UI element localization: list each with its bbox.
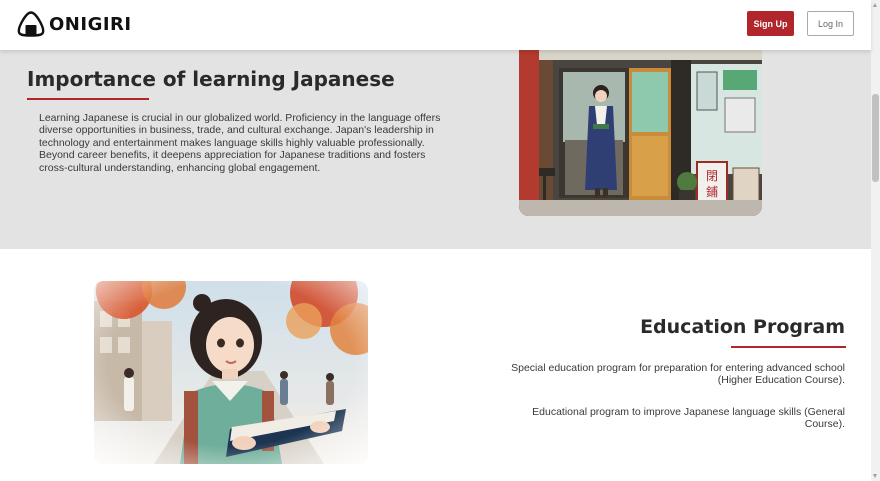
site-logo[interactable]: ONIGIRI	[17, 11, 132, 37]
title-underline	[27, 98, 149, 100]
svg-text:鋪: 鋪	[706, 184, 718, 199]
scroll-up-arrow-icon[interactable]	[873, 3, 877, 7]
scrollbar-thumb[interactable]	[872, 94, 879, 182]
site-header: ONIGIRI Sign Up Log In	[0, 0, 871, 50]
svg-text:閉: 閉	[706, 169, 718, 183]
logo-text: ONIGIRI	[49, 13, 132, 35]
importance-title: Importance of learning Japanese	[27, 67, 395, 91]
importance-section: Importance of learning Japanese Learning…	[0, 50, 871, 249]
signup-button[interactable]: Sign Up	[747, 11, 794, 36]
education-program-item: Educational program to improve Japanese …	[532, 406, 845, 431]
shop-illustration: 閉 鋪	[519, 50, 762, 216]
student-illustration	[94, 281, 368, 464]
page-scrollbar[interactable]	[871, 0, 880, 481]
education-program-item: Special education program for preparatio…	[511, 362, 845, 387]
education-title: Education Program	[640, 316, 845, 338]
japanese-shop-image: 閉 鋪	[519, 50, 762, 216]
importance-body-text: Learning Japanese is crucial in our glob…	[39, 112, 441, 174]
onigiri-icon	[17, 11, 45, 37]
student-reading-image	[94, 281, 368, 464]
login-button[interactable]: Log In	[807, 11, 854, 36]
scroll-down-arrow-icon[interactable]	[873, 474, 877, 478]
title-underline	[731, 346, 846, 348]
